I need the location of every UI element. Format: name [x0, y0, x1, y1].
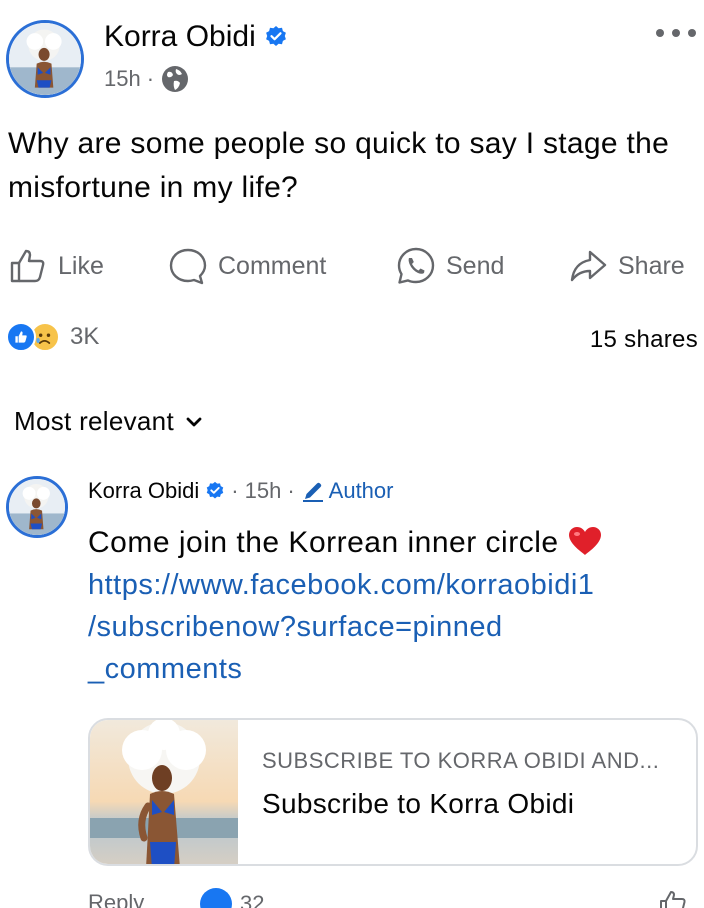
globe-icon: [162, 66, 189, 92]
comment-reaction-count: 32: [240, 891, 265, 908]
chevron-down-icon: [186, 417, 202, 426]
link-line-1: https://www.facebook.com/korraobidi1: [88, 569, 595, 601]
post-author-name[interactable]: Korra Obidi: [104, 20, 288, 54]
like-reaction-icon: [200, 888, 232, 908]
dot-icon: [688, 29, 696, 37]
comment-header: Korra Obidi · 15h · Author: [88, 478, 393, 504]
shares-count[interactable]: 15 shares: [590, 326, 698, 354]
post-text: Why are some people so quick to say I st…: [8, 127, 670, 204]
comment-link[interactable]: https://www.facebook.com/korraobidi1 /su…: [88, 564, 688, 690]
link-preview-image: [90, 720, 238, 864]
post-meta: 15h ·: [104, 64, 190, 94]
thumbs-up-icon: [10, 249, 45, 283]
comment-body: Come join the Korrean inner circle https…: [88, 522, 688, 690]
sort-label: Most relevant: [14, 406, 174, 436]
post-time[interactable]: 15h: [104, 66, 141, 92]
link-preview-card[interactable]: SUBSCRIBE TO KORRA OBIDI AND... Subscrib…: [88, 718, 698, 866]
link-line-3: _comments: [88, 653, 243, 685]
more-options-button[interactable]: [652, 18, 700, 48]
share-arrow-icon: [570, 250, 607, 282]
link-line-2: /subscribenow?surface=pinned: [88, 611, 503, 643]
comment-button[interactable]: Comment: [168, 244, 326, 288]
link-preview-title: Subscribe to Korra Obidi: [262, 788, 575, 819]
whatsapp-icon: [397, 247, 435, 284]
share-button[interactable]: Share: [568, 244, 685, 288]
reaction-count: 3K: [70, 323, 100, 350]
thumbs-up-icon[interactable]: [658, 888, 688, 908]
like-label: Like: [58, 251, 104, 280]
send-button[interactable]: Send: [396, 244, 504, 288]
verified-badge-icon: [265, 26, 286, 46]
verified-badge-icon: [207, 481, 224, 499]
comment-time[interactable]: 15h: [245, 478, 282, 504]
author-badge: Author: [301, 478, 394, 504]
comments-sort-dropdown[interactable]: Most relevant: [14, 406, 202, 437]
comment-separator: ·: [231, 478, 239, 503]
avatar-photo: [9, 479, 65, 535]
link-preview-text: SUBSCRIBE TO KORRA OBIDI AND... Subscrib…: [238, 720, 659, 864]
comment-reactions[interactable]: 32: [200, 888, 264, 908]
send-label: Send: [446, 251, 505, 280]
like-reaction-icon: [6, 322, 36, 352]
comment-separator: ·: [287, 478, 295, 503]
author-name-text: Korra Obidi: [104, 20, 256, 53]
reaction-summary[interactable]: 3K: [6, 322, 99, 352]
comment-text: Come join the Korrean inner circle: [88, 526, 559, 559]
reply-button[interactable]: Reply: [88, 890, 144, 908]
comment-bubble-icon: [169, 248, 207, 285]
comment-label: Comment: [218, 251, 327, 280]
post-author-avatar[interactable]: [6, 20, 84, 98]
comment-author-name[interactable]: Korra Obidi: [88, 478, 199, 504]
link-preview-kicker: SUBSCRIBE TO KORRA OBIDI AND...: [262, 748, 660, 773]
dot-icon: [672, 29, 680, 37]
meta-separator: ·: [146, 66, 155, 91]
dot-icon: [656, 29, 664, 37]
comment-author-avatar[interactable]: [6, 476, 68, 538]
pencil-icon: [302, 482, 323, 502]
author-tag-label: Author: [328, 478, 394, 503]
share-label: Share: [618, 251, 685, 280]
like-button[interactable]: Like: [8, 244, 104, 288]
avatar-photo: [9, 23, 81, 95]
red-heart-emoji-icon: [569, 527, 602, 555]
